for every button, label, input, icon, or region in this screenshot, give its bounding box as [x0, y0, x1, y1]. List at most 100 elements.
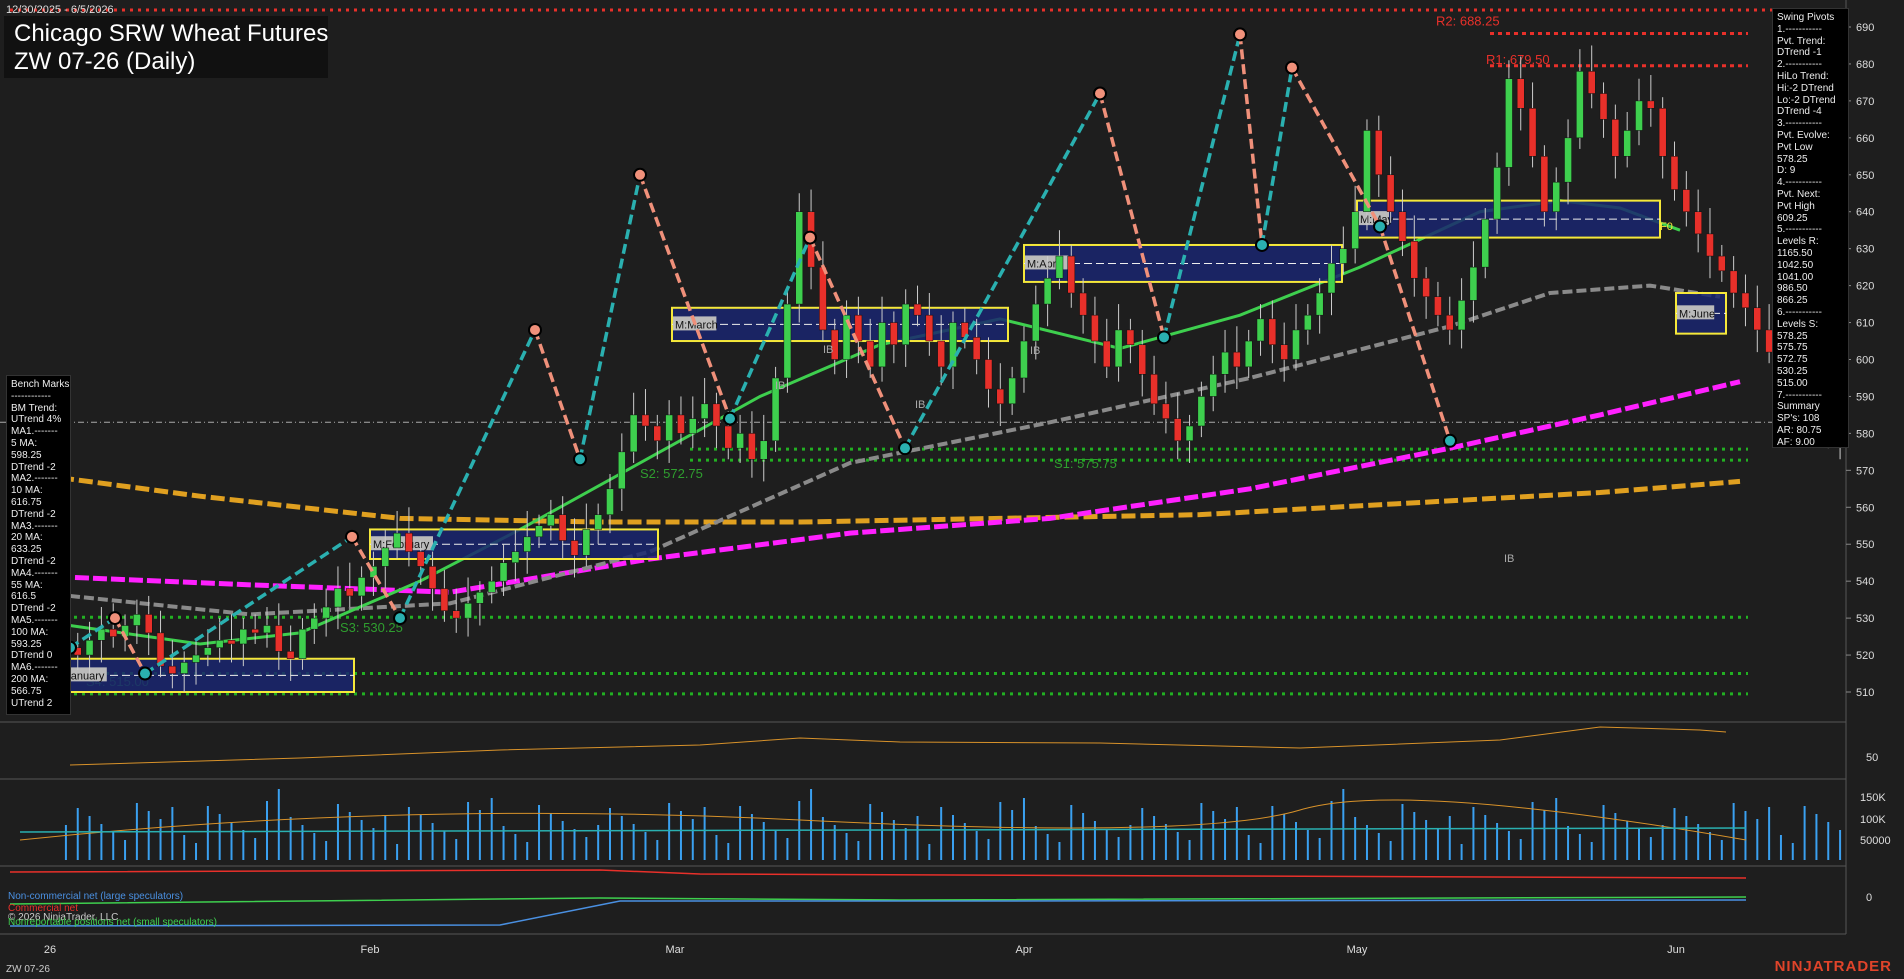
candle-body: [511, 551, 520, 563]
candle-body: [168, 665, 177, 674]
candle-body: [416, 551, 425, 567]
legend-nonreportable: Nonreportable positions net (small specu…: [8, 917, 217, 928]
candle-body: [1256, 318, 1265, 342]
candle-body: [1209, 374, 1218, 397]
candle-body: [547, 514, 555, 527]
candle-body: [1138, 344, 1147, 375]
swing-high-marker: [528, 322, 542, 337]
x-tick-label: Mar: [666, 944, 685, 956]
candle-body: [677, 414, 685, 434]
bench-marks-panel: Bench Marks ------------ BM Trend: UTren…: [6, 375, 71, 715]
y-tick-label: 660: [1856, 133, 1874, 145]
y-tick-label: 540: [1856, 576, 1874, 588]
swing-low-marker: [898, 441, 912, 456]
cot-tick-label: 0: [1866, 892, 1872, 904]
candle-body: [1067, 255, 1076, 294]
candle-body: [1327, 263, 1336, 294]
y-tick-label: 510: [1856, 687, 1874, 699]
candle-body: [405, 532, 413, 552]
y-tick-label: 580: [1856, 428, 1874, 440]
x-tick-label: May: [1347, 944, 1368, 956]
swing-high-marker: [345, 529, 359, 544]
swing-low-marker: [573, 452, 587, 467]
candle-body: [890, 322, 898, 345]
y-tick-label: 670: [1856, 96, 1874, 108]
candle-body: [1043, 277, 1052, 305]
candle-body: [440, 588, 449, 611]
candle-body: [97, 628, 106, 641]
fib-label: F0: [1660, 221, 1673, 233]
candle-body: [1647, 100, 1655, 109]
candle-body: [1623, 130, 1631, 157]
swing-high-marker: [108, 611, 122, 626]
chart-subtitle: ZW 07-26 (Daily): [14, 48, 196, 75]
candle-body: [109, 628, 118, 637]
candle-body: [1694, 211, 1702, 235]
swing-high-marker: [803, 230, 817, 245]
candle-body: [1552, 181, 1561, 212]
oscillator-tick-label: 50: [1866, 752, 1878, 764]
swing-low-marker: [1373, 219, 1387, 234]
y-tick-label: 570: [1856, 465, 1874, 477]
candle-body: [1351, 211, 1359, 249]
support-label: S1: 575.75: [1054, 456, 1117, 471]
candle-body: [570, 540, 579, 556]
candle-body: [334, 588, 342, 608]
candle-body: [180, 662, 188, 674]
candle-body: [133, 614, 141, 626]
candle-body: [1150, 374, 1158, 405]
candle-body: [618, 451, 626, 490]
x-tick-label: Apr: [1015, 944, 1032, 956]
inside-bar-label: IB: [915, 399, 925, 411]
x-tick-label: 26: [44, 944, 56, 956]
candle-body: [345, 588, 354, 597]
swing-low-marker: [1157, 330, 1171, 345]
candle-body: [286, 651, 295, 659]
y-tick-label: 600: [1856, 355, 1874, 367]
candle-body: [1398, 211, 1407, 242]
candle-body: [1576, 71, 1584, 139]
candle-body: [1670, 156, 1679, 190]
candle-body: [251, 628, 259, 634]
candle-body: [322, 606, 330, 619]
candle-body: [1304, 314, 1312, 331]
y-tick-label: 520: [1856, 650, 1874, 662]
resistance-label: R2: 688.25: [1436, 13, 1500, 28]
candle-body: [85, 640, 94, 656]
candle-body: [476, 592, 484, 604]
candle-body: [1008, 377, 1016, 405]
candle-body: [1505, 78, 1513, 168]
candle-body: [984, 359, 993, 390]
price-chart: 510 520 530 540 550 560 570 580 590 600 610 620 630 6…: [0, 0, 1904, 979]
candle-body: [582, 529, 591, 556]
support-label: S3: 530.25: [340, 620, 403, 635]
candle-body: [1611, 119, 1620, 157]
candle-body: [1339, 248, 1348, 264]
candle-body: [1102, 340, 1111, 368]
candle-body: [1528, 108, 1537, 157]
candle-body: [1658, 108, 1667, 157]
candle-body: [144, 614, 153, 634]
swing-low-marker: [723, 411, 737, 426]
volume-tick-label: 150K: [1860, 792, 1886, 804]
swing-high-marker: [1285, 60, 1299, 75]
candle-body: [1126, 329, 1135, 345]
y-tick-label: 690: [1856, 22, 1874, 34]
y-tick-label: 680: [1856, 59, 1874, 71]
candle-body: [783, 303, 792, 379]
candle-body: [1564, 137, 1572, 183]
candle-body: [1233, 351, 1241, 368]
candle-body: [819, 266, 827, 331]
y-tick-label: 530: [1856, 613, 1874, 625]
candle-body: [1244, 340, 1253, 368]
candle-body: [1091, 314, 1099, 342]
candle-body: [1185, 425, 1194, 442]
inside-bar-label: IB: [823, 344, 833, 356]
candle-body: [227, 640, 236, 645]
swing-low-marker: [1255, 237, 1269, 252]
candle-body: [1031, 303, 1040, 342]
candle-body: [1434, 296, 1442, 316]
y-tick-label: 650: [1856, 170, 1874, 182]
candle-body: [239, 628, 248, 645]
candle-body: [606, 488, 614, 515]
